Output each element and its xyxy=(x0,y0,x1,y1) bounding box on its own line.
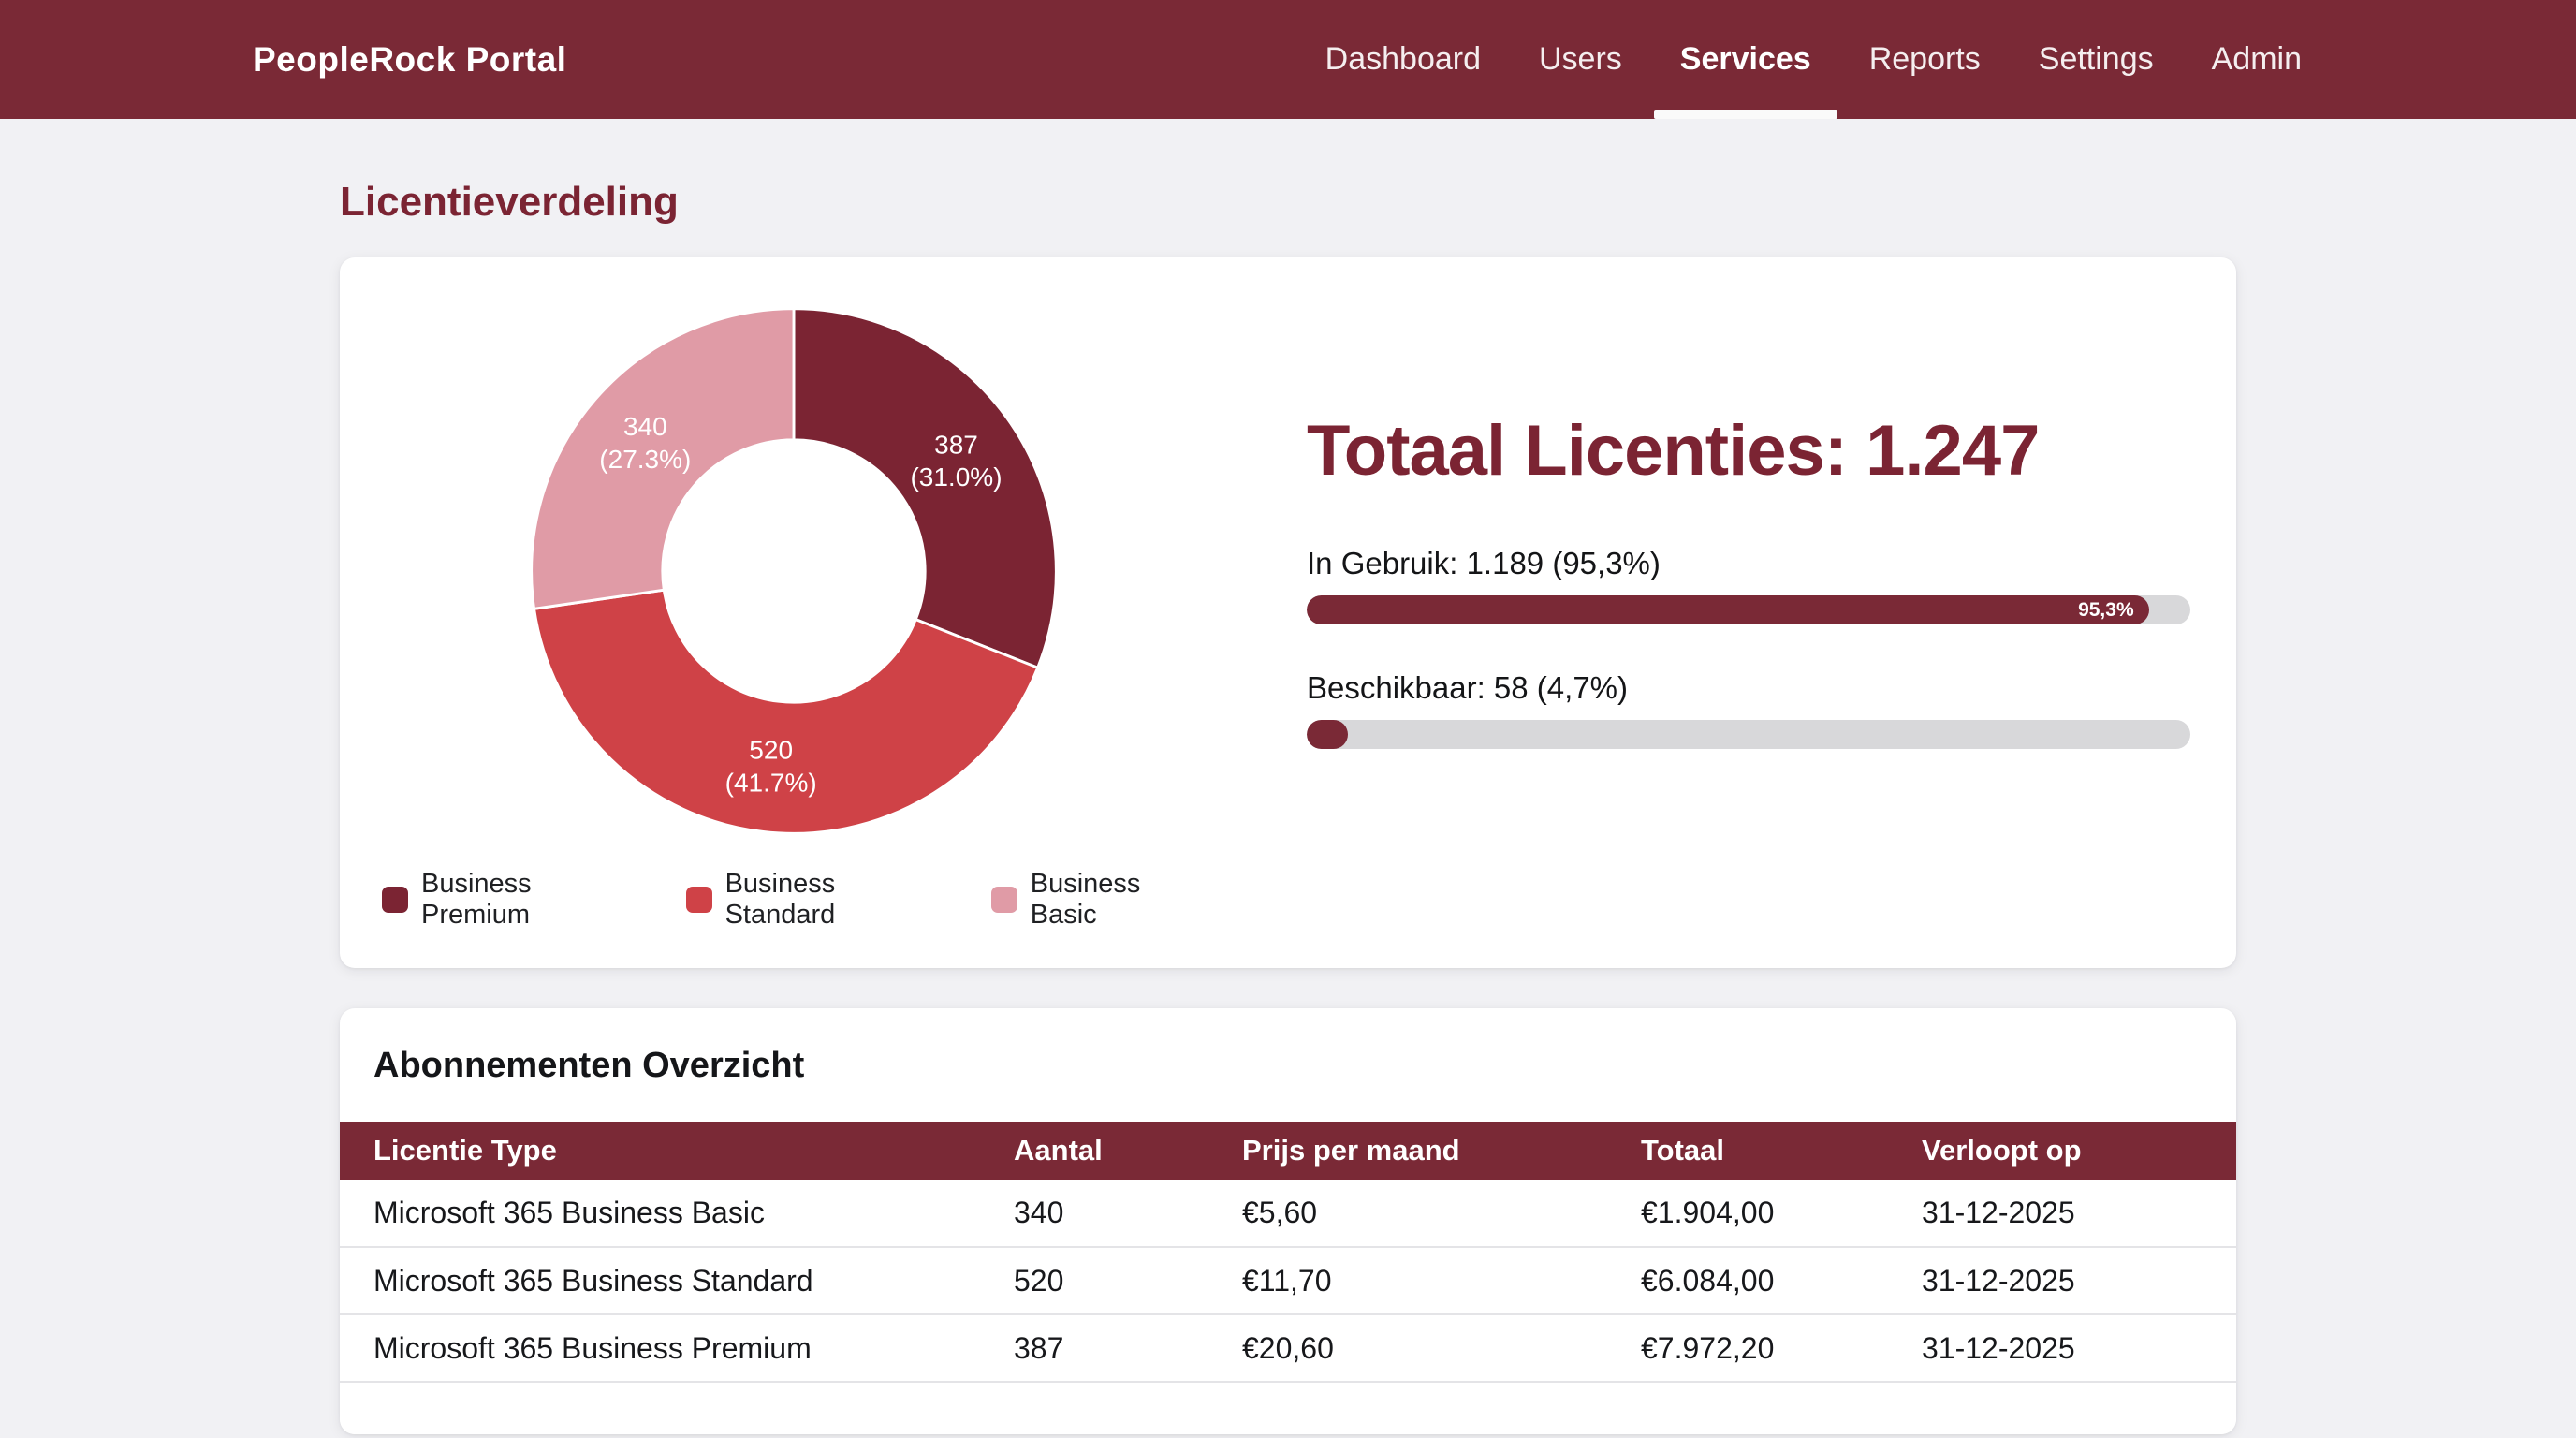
license-donut-chart: 387(31.0%)520(41.7%)340(27.3%) xyxy=(522,300,1065,843)
subscriptions-title: Abonnementen Overzicht xyxy=(373,1046,2236,1086)
in-use-label: In Gebruik: 1.189 (95,3%) xyxy=(1307,546,2194,581)
legend-label: Business Basic xyxy=(1031,869,1206,931)
available-progressbar xyxy=(1307,720,2190,749)
table-cell: €20,60 xyxy=(1242,1314,1641,1382)
nav-item-settings[interactable]: Settings xyxy=(2039,0,2154,119)
table-cell: 31-12-2025 xyxy=(1922,1247,2236,1314)
table-cell: 31-12-2025 xyxy=(1922,1314,2236,1382)
legend-swatch-icon xyxy=(382,887,408,913)
chart-legend: Business Premium Business Standard Busines… xyxy=(382,869,1206,931)
table-cell: Microsoft 365 Business Premium xyxy=(340,1314,1014,1382)
column-header-aantal: Aantal xyxy=(1014,1122,1242,1180)
legend-label: Business Premium xyxy=(421,869,637,931)
table-cell: €6.084,00 xyxy=(1641,1247,1922,1314)
table-body: Microsoft 365 Business Basic340€5,60€1.9… xyxy=(340,1180,2236,1382)
legend-item-business-premium: Business Premium xyxy=(382,869,637,931)
total-licenses-heading: Totaal Licenties: 1.247 xyxy=(1307,410,2194,492)
column-header-licentie-type: Licentie Type xyxy=(340,1122,1014,1180)
nav-item-dashboard[interactable]: Dashboard xyxy=(1325,0,1481,119)
in-use-progressbar: 95,3% xyxy=(1307,595,2190,624)
table-header-row: Licentie TypeAantalPrijs per maandTotaal… xyxy=(340,1122,2236,1180)
available-progress-fill xyxy=(1307,720,1348,749)
table-cell: Microsoft 365 Business Basic xyxy=(340,1180,1014,1247)
table-cell: 387 xyxy=(1014,1314,1242,1382)
nav-item-services[interactable]: Services xyxy=(1680,0,1811,119)
available-label: Beschikbaar: 58 (4,7%) xyxy=(1307,670,2194,706)
page-title: Licentieverdeling xyxy=(340,179,2236,226)
table-row: Microsoft 365 Business Standard520€11,70… xyxy=(340,1247,2236,1314)
table-cell: Microsoft 365 Business Standard xyxy=(340,1247,1014,1314)
legend-label: Business Standard xyxy=(725,869,943,931)
table-cell: €1.904,00 xyxy=(1641,1180,1922,1247)
license-distribution-card: 387(31.0%)520(41.7%)340(27.3%) Business … xyxy=(340,257,2236,968)
main-nav: Dashboard Users Services Reports Settings Adm… xyxy=(1325,0,2302,119)
subscriptions-card: Abonnementen Overzicht Licentie TypeAant… xyxy=(340,1008,2236,1434)
table-cell: 340 xyxy=(1014,1180,1242,1247)
column-header-prijs-per-maand: Prijs per maand xyxy=(1242,1122,1641,1180)
in-use-progress-fill: 95,3% xyxy=(1307,595,2149,624)
table-cell: €5,60 xyxy=(1242,1180,1641,1247)
column-header-verloopt-op: Verloopt op xyxy=(1922,1122,2236,1180)
page-content: Licentieverdeling 387(31.0%)520(41.7%)34… xyxy=(340,179,2236,1434)
donut-chart-column: 387(31.0%)520(41.7%)340(27.3%) Business … xyxy=(382,300,1206,931)
license-stats-column: Totaal Licenties: 1.247 In Gebruik: 1.18… xyxy=(1206,300,2194,931)
legend-swatch-icon xyxy=(686,887,712,913)
nav-item-users[interactable]: Users xyxy=(1539,0,1622,119)
table-row: Microsoft 365 Business Premium387€20,60€… xyxy=(340,1314,2236,1382)
legend-item-business-basic: Business Basic xyxy=(991,869,1206,931)
table-cell: 520 xyxy=(1014,1247,1242,1314)
legend-swatch-icon xyxy=(991,887,1017,913)
subscriptions-table: Licentie TypeAantalPrijs per maandTotaal… xyxy=(340,1122,2236,1383)
column-header-totaal: Totaal xyxy=(1641,1122,1922,1180)
in-use-percent-badge: 95,3% xyxy=(2078,599,2149,622)
app-logo: PeopleRock Portal xyxy=(253,40,566,80)
nav-item-reports[interactable]: Reports xyxy=(1869,0,1981,119)
card-bottom-strip xyxy=(340,1383,2236,1434)
table-cell: €7.972,20 xyxy=(1641,1314,1922,1382)
table-cell: €11,70 xyxy=(1242,1247,1641,1314)
app-header: PeopleRock Portal Dashboard Users Services… xyxy=(0,0,2576,119)
legend-item-business-standard: Business Standard xyxy=(686,869,943,931)
table-cell: 31-12-2025 xyxy=(1922,1180,2236,1247)
nav-item-admin[interactable]: Admin xyxy=(2212,0,2302,119)
table-row: Microsoft 365 Business Basic340€5,60€1.9… xyxy=(340,1180,2236,1247)
